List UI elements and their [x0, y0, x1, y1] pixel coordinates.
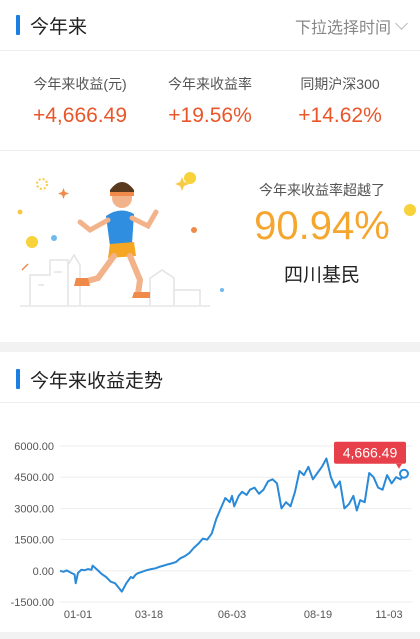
stat-value: +14.62% — [298, 104, 382, 127]
beat-region-label: 四川基民 — [283, 265, 360, 286]
y-tick-label: 0.00 — [33, 566, 54, 578]
stat-label: 同期沪深300 — [300, 76, 380, 92]
coin-icon — [404, 204, 416, 216]
y-tick-label: 3000.00 — [14, 503, 54, 515]
stat-value: +19.56% — [168, 104, 252, 127]
stat-label: 今年来收益率 — [168, 76, 252, 92]
section-accent-bar — [16, 15, 20, 35]
beat-percentile-value: 90.94% — [254, 204, 390, 248]
ytd-profit-line-chart: 6000.00 4500.00 3000.00 1500.00 0.00 -1500.00… — [11, 441, 412, 621]
stat-label: 今年来收益(元) — [33, 76, 127, 92]
stat-ytd-return-rate: 今年来收益率 +19.56% — [140, 74, 280, 128]
ytd-section-header: 今年来 下拉选择时间 — [0, 0, 420, 50]
series-line — [59, 457, 405, 593]
x-tick-label: 08-19 — [304, 609, 332, 621]
y-tick-label: 1500.00 — [14, 535, 54, 547]
x-tick-label: 03-18 — [135, 609, 163, 621]
beat-percentile-label: 今年来收益率超越了 — [259, 182, 385, 198]
time-range-dropdown[interactable]: 下拉选择时间 — [294, 14, 408, 38]
divider — [0, 50, 420, 51]
x-tick-label: 01-01 — [64, 609, 92, 621]
section-accent-bar — [16, 369, 20, 389]
ytd-section-title: 今年来 — [30, 17, 88, 38]
end-value-label: 4,666.49 — [343, 445, 398, 461]
y-tick-label: 4500.00 — [14, 472, 54, 484]
runner-illustration — [17, 172, 224, 307]
ytd-trend-card: 今年来收益走势 6000.00 4500.00 3000.00 1500.00 0.00… — [0, 352, 420, 632]
x-tick-label: 06-03 — [218, 609, 246, 621]
end-value-tag-pointer — [396, 463, 402, 469]
trend-section-title: 今年来收益走势 — [30, 371, 164, 392]
trend-section-header: 今年来收益走势 — [0, 352, 420, 402]
ytd-summary-card: 今年来 下拉选择时间 今年来收益(元) +4,666.49 今年来收益率 +19… — [0, 0, 420, 342]
stat-csi300-same-period: 同期沪深300 +14.62% — [270, 74, 410, 128]
time-range-dropdown-label: 下拉选择时间 — [294, 20, 391, 37]
stat-ytd-profit: 今年来收益(元) +4,666.49 — [10, 74, 150, 128]
y-tick-label: 6000.00 — [14, 441, 54, 453]
y-tick-label: -1500.00 — [11, 597, 54, 609]
end-point-marker — [399, 468, 409, 479]
divider — [0, 150, 420, 151]
stat-value: +4,666.49 — [32, 104, 127, 127]
chevron-down-icon — [395, 17, 408, 30]
x-tick-label: 11-03 — [375, 609, 402, 621]
